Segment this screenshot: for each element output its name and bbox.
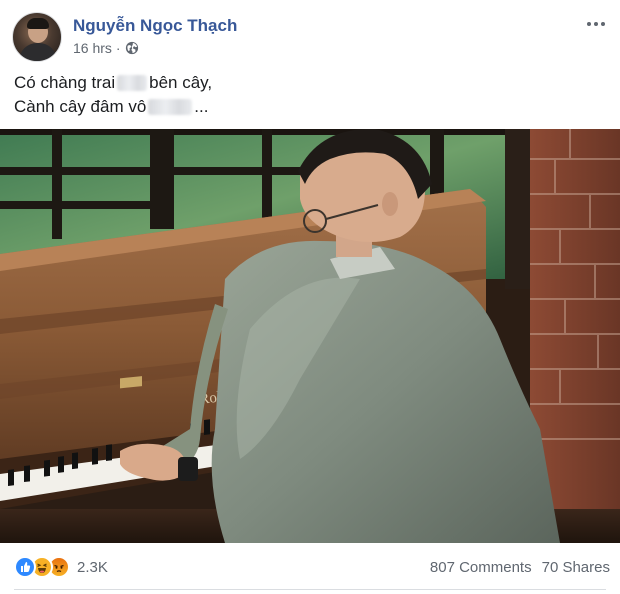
footer-divider bbox=[14, 589, 606, 590]
redacted-word bbox=[148, 99, 193, 115]
post-timestamp[interactable]: 16 hrs bbox=[73, 40, 112, 56]
globe-icon[interactable] bbox=[125, 41, 139, 55]
like-icon bbox=[14, 556, 36, 578]
post-text-line-1: Có chàng trai bên cây, bbox=[14, 71, 212, 95]
post-stats: 807 Comments 70 Shares bbox=[430, 559, 610, 576]
post-photo-illustration: Roland bbox=[0, 129, 620, 543]
text-segment: bên cây, bbox=[149, 73, 213, 92]
post-text-line-2: Cành cây đâm vô ... bbox=[14, 95, 212, 119]
post-meta: 16 hrs · bbox=[73, 40, 139, 56]
post-header: Nguyễn Ngọc Thạch 16 hrs · bbox=[12, 12, 608, 62]
reactions-summary[interactable]: 2.3K bbox=[14, 556, 108, 578]
text-segment: ... bbox=[194, 97, 209, 116]
author-name[interactable]: Nguyễn Ngọc Thạch bbox=[73, 16, 237, 36]
text-segment: Cành cây đâm vô bbox=[14, 97, 147, 116]
author-avatar[interactable] bbox=[12, 12, 62, 62]
meta-separator: · bbox=[115, 40, 121, 56]
more-options-icon[interactable] bbox=[584, 14, 608, 34]
reaction-count[interactable]: 2.3K bbox=[77, 559, 108, 576]
text-segment: Có chàng trai bbox=[14, 73, 116, 92]
facebook-post: Nguyễn Ngọc Thạch 16 hrs · Có chàng trai… bbox=[0, 0, 620, 594]
post-photo[interactable]: Roland bbox=[0, 129, 620, 543]
post-footer: 2.3K 807 Comments 70 Shares bbox=[0, 545, 620, 594]
comments-count[interactable]: 807 Comments bbox=[430, 559, 532, 576]
post-text: Có chàng trai bên cây, Cành cây đâm vô .… bbox=[14, 71, 212, 119]
shares-count[interactable]: 70 Shares bbox=[542, 559, 610, 576]
redacted-word bbox=[117, 75, 148, 91]
